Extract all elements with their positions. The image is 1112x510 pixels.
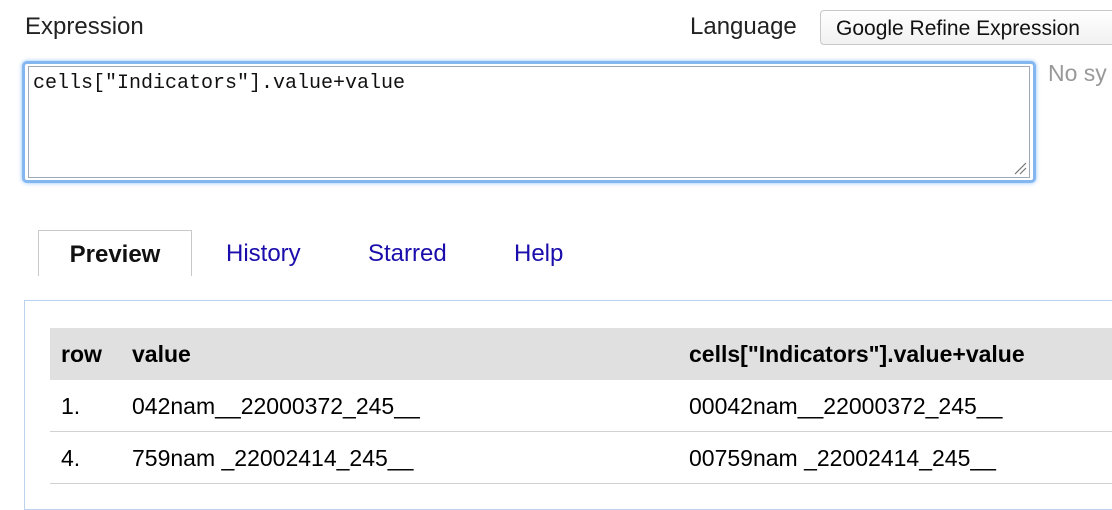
row-result: 00042nam__22000372_245__ (689, 393, 1003, 419)
tab-starred[interactable]: Starred (368, 230, 447, 276)
header-result: cells["Indicators"].value+value (689, 341, 1025, 367)
table-header: row value cells["Indicators"].value+valu… (50, 328, 1112, 380)
expression-label: Expression (25, 13, 144, 40)
tab-help[interactable]: Help (514, 230, 563, 276)
row-value: 042nam__22000372_245__ (132, 393, 420, 419)
row-number: 4. (61, 445, 81, 471)
expression-input[interactable]: cells["Indicators"].value+value (28, 66, 1030, 178)
row-number: 1. (61, 393, 81, 419)
expression-editor: cells["Indicators"].value+value (22, 61, 1036, 183)
syntax-status: No sy (1048, 60, 1107, 86)
language-select[interactable]: Google Refine Expression (820, 10, 1112, 45)
table-row: 1. 042nam__22000372_245__ 00042nam__2200… (50, 380, 1112, 432)
row-value: 759nam _22002414_245__ (132, 445, 414, 471)
tab-history[interactable]: History (226, 230, 301, 276)
table-row: 4. 759nam _22002414_245__ 00759nam _2200… (50, 432, 1112, 484)
tab-preview[interactable]: Preview (38, 230, 192, 276)
resize-grip-icon[interactable] (1013, 161, 1027, 175)
language-label: Language (690, 13, 797, 40)
header-value: value (132, 341, 191, 367)
row-result: 00759nam _22002414_245__ (689, 445, 996, 471)
header-row: row (61, 341, 102, 367)
preview-table: row value cells["Indicators"].value+valu… (50, 328, 1112, 484)
